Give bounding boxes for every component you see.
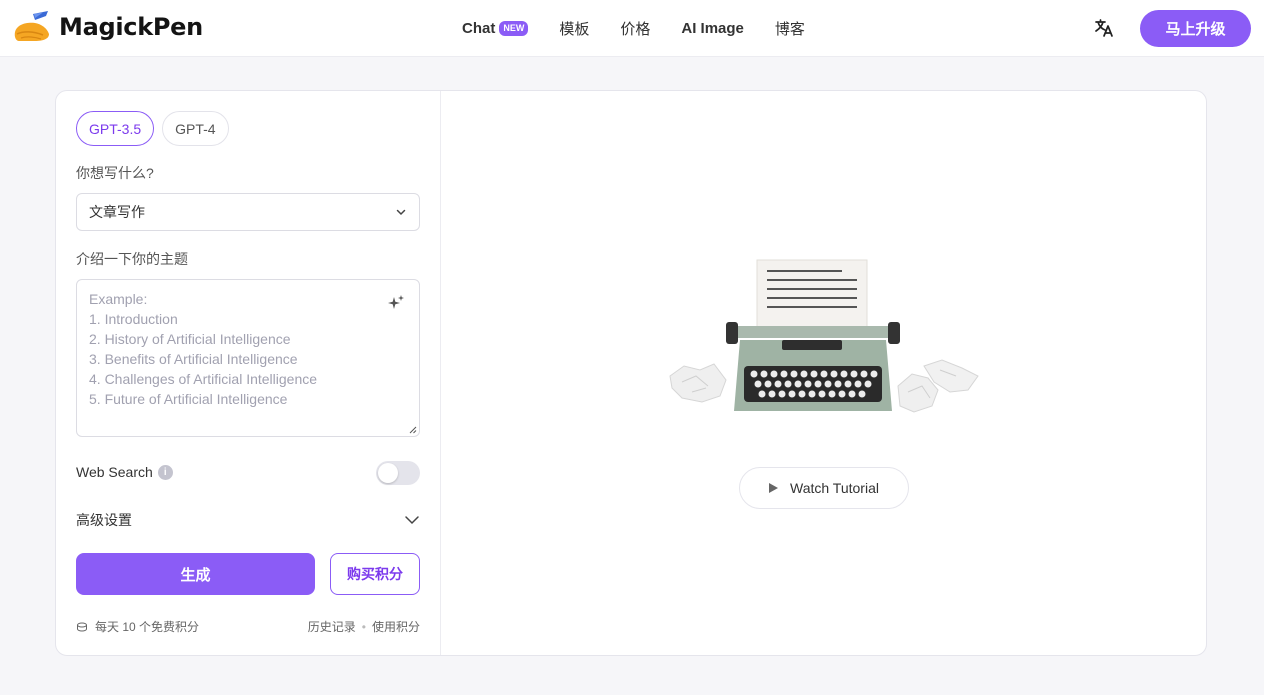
toggle-knob bbox=[378, 463, 398, 483]
footer-links: 历史记录 • 使用积分 bbox=[308, 618, 420, 635]
chevron-down-icon bbox=[405, 516, 419, 525]
model-tab-gpt35[interactable]: GPT-3.5 bbox=[76, 111, 155, 146]
history-link[interactable]: 历史记录 bbox=[308, 618, 356, 635]
topic-field: Example: 1. Introduction 2. History of A… bbox=[76, 279, 420, 437]
coins-icon bbox=[77, 622, 87, 632]
usage-link[interactable]: 使用积分 bbox=[372, 618, 420, 635]
writer-card: GPT-3.5 GPT-4 你想写什么? 文章写作 介绍一下你的主题 Examp… bbox=[55, 90, 1207, 656]
output-panel: Watch Tutorial bbox=[442, 91, 1206, 655]
nav-blog[interactable]: 博客 bbox=[775, 18, 805, 39]
brand-name: MagickPen bbox=[59, 13, 203, 41]
what-label: 你想写什么? bbox=[76, 165, 154, 181]
free-credits-text: 每天 10 个免费积分 bbox=[95, 620, 200, 634]
advanced-settings[interactable]: 高级设置 bbox=[76, 510, 420, 530]
web-search-toggle[interactable] bbox=[376, 461, 420, 485]
topic-label: 介绍一下你的主题 bbox=[76, 251, 188, 267]
web-search-row: Web Search i bbox=[76, 464, 173, 480]
brand-logo[interactable]: MagickPen bbox=[13, 10, 203, 44]
generate-button[interactable]: 生成 bbox=[76, 553, 315, 595]
writing-type-value: 文章写作 bbox=[89, 204, 145, 220]
nav-ai-image[interactable]: AI Image bbox=[681, 20, 744, 37]
model-selector: GPT-3.5 GPT-4 bbox=[76, 111, 237, 146]
chevron-down-icon bbox=[396, 209, 406, 216]
nav-chat[interactable]: Chat NEW bbox=[462, 20, 529, 37]
separator-dot: • bbox=[361, 619, 366, 634]
new-badge: NEW bbox=[499, 21, 529, 36]
info-icon[interactable]: i bbox=[157, 464, 173, 480]
play-icon bbox=[769, 483, 779, 493]
resize-handle-icon[interactable] bbox=[408, 425, 417, 434]
upgrade-button[interactable]: 马上升级 bbox=[1140, 10, 1251, 47]
nav-pricing[interactable]: 价格 bbox=[620, 18, 650, 39]
writing-type-select[interactable]: 文章写作 bbox=[76, 193, 420, 231]
nav-chat-label: Chat bbox=[462, 20, 496, 37]
writing-hand-icon bbox=[14, 11, 50, 41]
translate-icon[interactable] bbox=[1093, 17, 1115, 39]
main-nav: Chat NEW 模板 价格 AI Image 博客 bbox=[462, 0, 836, 57]
nav-templates[interactable]: 模板 bbox=[559, 18, 589, 39]
sparkle-icon[interactable] bbox=[387, 294, 405, 312]
topic-input[interactable] bbox=[77, 280, 419, 436]
model-tab-gpt4[interactable]: GPT-4 bbox=[162, 111, 229, 146]
watch-tutorial-label: Watch Tutorial bbox=[790, 480, 879, 496]
input-panel: GPT-3.5 GPT-4 你想写什么? 文章写作 介绍一下你的主题 Examp… bbox=[56, 91, 441, 655]
top-header: MagickPen Chat NEW 模板 价格 AI Image 博客 马上升… bbox=[0, 0, 1264, 57]
advanced-settings-label: 高级设置 bbox=[76, 512, 132, 528]
watch-tutorial-button[interactable]: Watch Tutorial bbox=[739, 467, 909, 509]
typewriter-illustration bbox=[669, 259, 979, 413]
buy-credits-button[interactable]: 购买积分 bbox=[330, 553, 420, 595]
free-credits-note: 每天 10 个免费积分 bbox=[76, 618, 199, 635]
web-search-label: Web Search bbox=[76, 464, 153, 480]
